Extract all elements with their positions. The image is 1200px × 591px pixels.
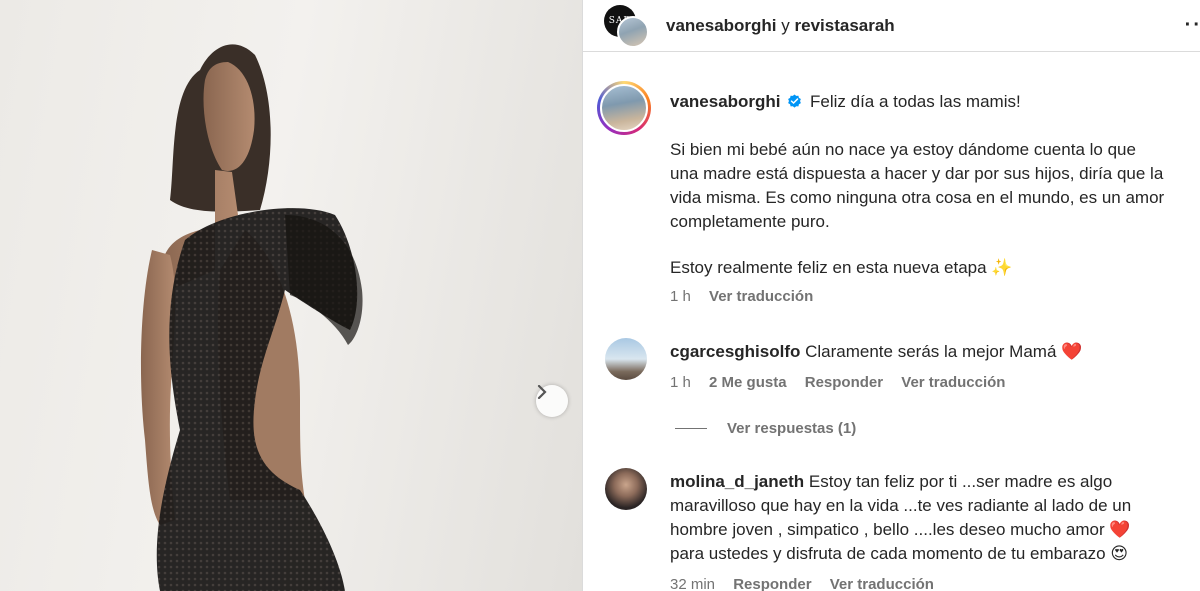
- timestamp: 1 h: [670, 288, 691, 305]
- comment-line: molina_d_janeth Estoy tan feliz por ti .…: [670, 470, 1131, 494]
- comment-line: para ustedes y disfruta de cada momento …: [670, 544, 1129, 563]
- caption-last-line: Estoy realmente feliz en esta nueva etap…: [670, 258, 1013, 277]
- comment-text: molina_d_janeth Estoy tan feliz por ti .…: [670, 470, 1131, 566]
- panel-divider: [582, 0, 583, 591]
- replies-line: [675, 428, 707, 429]
- verified-badge-icon: [788, 94, 802, 108]
- post-header: SAR vanesaborghi y revistasarah ··: [583, 0, 1200, 52]
- reply-button[interactable]: Responder: [733, 576, 811, 591]
- caption-line: vida misma. Es como ninguna otra cosa en…: [670, 188, 1165, 207]
- translate-link[interactable]: Ver traducción: [830, 576, 934, 591]
- header-username-link[interactable]: vanesaborghi: [666, 16, 777, 35]
- post-photo: [0, 0, 582, 591]
- post-photo-illustration: [140, 44, 363, 591]
- chevron-right-icon: [537, 385, 547, 399]
- timestamp: 1 h: [670, 374, 691, 391]
- next-photo-button[interactable]: [536, 385, 568, 417]
- caption-line: Si bien mi bebé aún no nace ya estoy dán…: [670, 140, 1136, 159]
- translate-link[interactable]: Ver traducción: [709, 288, 813, 305]
- header-usernames: vanesaborghi y revistasarah: [666, 16, 895, 36]
- comment-body: Estoy tan feliz por ti ...ser madre es a…: [808, 472, 1113, 491]
- view-replies-button[interactable]: Ver respuestas (1): [727, 420, 870, 437]
- more-options-icon[interactable]: ··: [1185, 14, 1200, 37]
- header-username-link[interactable]: revistasarah: [795, 16, 895, 35]
- avatar[interactable]: [597, 81, 651, 135]
- avatar[interactable]: [605, 468, 647, 510]
- caption-line: completamente puro.: [670, 212, 830, 231]
- comment-username[interactable]: molina_d_janeth: [670, 472, 804, 491]
- comment-line: maravilloso que hay en la vida ...te ves…: [670, 496, 1132, 515]
- avatar[interactable]: [617, 16, 649, 48]
- caption-username[interactable]: vanesaborghi: [670, 92, 781, 111]
- comment-meta: 32 min Responder Ver traducción: [670, 576, 948, 591]
- translate-link[interactable]: Ver traducción: [901, 374, 1005, 391]
- avatar[interactable]: [605, 338, 647, 380]
- comment-text: cgarcesghisolfo Claramente serás la mejo…: [670, 340, 1082, 364]
- comment-body: Claramente serás la mejor Mamá ❤️: [805, 342, 1083, 361]
- header-joiner: y: [776, 16, 795, 35]
- comment-meta: 1 h 2 Me gusta Responder Ver traducción: [670, 374, 1019, 391]
- caption-first-line: vanesaborghi Feliz día a todas las mamis…: [670, 90, 1021, 114]
- comment-line: hombre joven , simpatico , bello ....les…: [670, 520, 1131, 539]
- caption-line: una madre está dispuesta a hacer y dar p…: [670, 164, 1164, 183]
- reply-button[interactable]: Responder: [805, 374, 883, 391]
- timestamp: 32 min: [670, 576, 716, 591]
- caption-meta: 1 h Ver traducción: [670, 288, 827, 305]
- comment-username[interactable]: cgarcesghisolfo: [670, 342, 800, 361]
- likes-count-link[interactable]: 2 Me gusta: [709, 374, 787, 391]
- caption-paragraph: Si bien mi bebé aún no nace ya estoy dán…: [670, 138, 1164, 234]
- caption-text: Feliz día a todas las mamis!: [810, 92, 1021, 111]
- view-replies-label: Ver respuestas (1): [727, 420, 857, 437]
